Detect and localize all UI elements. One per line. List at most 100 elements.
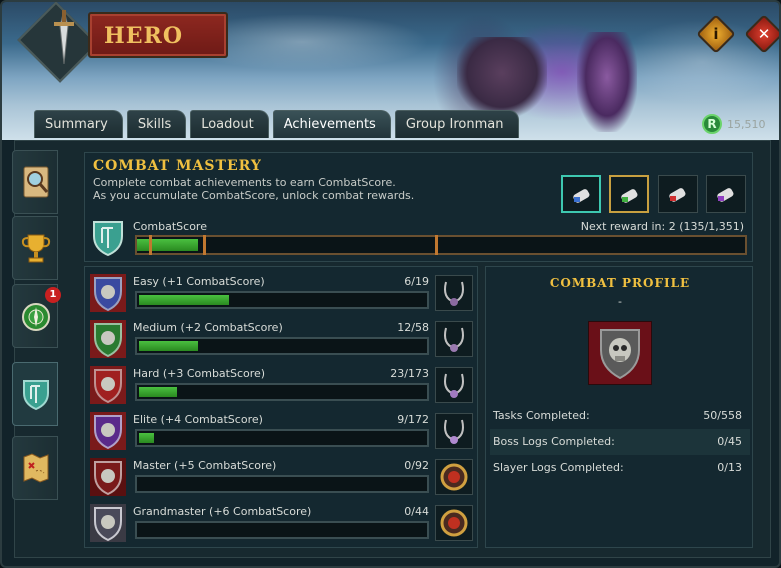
stat-value: 0/13 [717, 461, 742, 474]
scroll-green-icon [621, 189, 638, 203]
hero-window: HERO i ✕ Summary Skills Loadout Achievem… [0, 0, 781, 568]
easy-tier-shield-icon [90, 274, 126, 312]
trophy-icon [21, 234, 51, 263]
combat-score-label: CombatScore [133, 220, 207, 233]
tier-progress-fill [139, 341, 198, 351]
stat-label: Tasks Completed: [493, 409, 590, 422]
scroll-blue-icon [573, 189, 590, 203]
tier-count: 9/172 [397, 413, 429, 426]
ring-frame-icon [440, 463, 468, 491]
tier-label: Easy (+1 CombatScore) [133, 275, 265, 288]
tier-progress-fill [139, 433, 154, 443]
necklace-icon [444, 373, 464, 398]
next-reward-text: Next reward in: 2 (135/1,351) [580, 220, 744, 233]
reward-slot-2[interactable] [609, 175, 649, 213]
tier-count: 6/19 [404, 275, 429, 288]
reward-slot-1[interactable] [561, 175, 601, 213]
tier-count: 0/44 [404, 505, 429, 518]
tab-achievements[interactable]: Achievements [272, 110, 391, 138]
notification-badge: 1 [45, 287, 61, 303]
tier-progress-bar [135, 475, 429, 493]
tier-reward-hard[interactable] [435, 367, 473, 403]
necklace-icon [444, 327, 464, 352]
score-marker [435, 235, 438, 255]
mastery-desc-line2: As you accumulate CombatScore, unlock co… [93, 189, 415, 202]
tier-row-hard[interactable]: Hard (+3 CombatScore) 23/173 [85, 361, 479, 407]
stat-value: 50/558 [703, 409, 742, 422]
window-title-plate: HERO [88, 12, 228, 58]
tier-label: Medium (+2 CombatScore) [133, 321, 283, 334]
combat-profile-panel: COMBAT PROFILE - Tasks Completed: 50/558… [485, 266, 753, 548]
elite-tier-shield-icon [90, 412, 126, 450]
tier-row-elite[interactable]: Elite (+4 CombatScore) 9/172 [85, 407, 479, 453]
tab-skills[interactable]: Skills [126, 110, 187, 138]
tier-row-master[interactable]: Master (+5 CombatScore) 0/92 [85, 453, 479, 499]
stat-boss-logs: Boss Logs Completed: 0/45 [490, 429, 750, 455]
scroll-purple-icon [717, 188, 734, 202]
stat-slayer-logs: Slayer Logs Completed: 0/13 [490, 455, 750, 481]
score-marker [203, 235, 206, 255]
side-tab-trophies[interactable] [12, 216, 58, 280]
stat-label: Slayer Logs Completed: [493, 461, 624, 474]
combat-mastery-panel: COMBAT MASTERY Complete combat achieveme… [84, 152, 753, 262]
skull-shield-icon [588, 321, 652, 385]
tier-label: Elite (+4 CombatScore) [133, 413, 263, 426]
tier-row-grandmaster[interactable]: Grandmaster (+6 CombatScore) 0/44 [85, 499, 479, 545]
necklace-icon [444, 419, 464, 444]
tier-count: 0/92 [404, 459, 429, 472]
runecoins-display: R 15,510 [702, 114, 766, 134]
combat-score-fill [137, 239, 198, 251]
runecoin-icon: R [702, 114, 722, 134]
stat-value: 0/45 [717, 435, 742, 448]
tier-count: 23/173 [390, 367, 429, 380]
tier-reward-master[interactable] [435, 459, 473, 495]
tier-progress-bar [135, 383, 429, 401]
reward-slot-3[interactable] [658, 175, 698, 213]
tab-loadout[interactable]: Loadout [190, 110, 269, 138]
grandmaster-tier-shield-icon [90, 504, 126, 542]
runecoins-amount: 15,510 [727, 117, 766, 131]
combat-score-shield-icon [93, 221, 123, 257]
tier-progress-bar [135, 337, 429, 355]
mastery-description: Complete combat achievements to earn Com… [93, 176, 414, 202]
combat-shield-icon [23, 380, 49, 411]
mastery-desc-line1: Complete combat achievements to earn Com… [93, 176, 396, 189]
tier-list: Easy (+1 CombatScore) 6/19 Medium (+2 Co… [84, 266, 478, 548]
side-tab-clues[interactable] [12, 436, 58, 500]
profile-title: COMBAT PROFILE [549, 276, 691, 290]
tab-group-ironman[interactable]: Group Ironman [394, 110, 519, 138]
tier-reward-grandmaster[interactable] [435, 505, 473, 541]
ring-frame-icon [440, 509, 468, 537]
tier-progress-bar [135, 291, 429, 309]
tier-reward-medium[interactable] [435, 321, 473, 357]
tier-reward-easy[interactable] [435, 275, 473, 311]
score-marker [149, 235, 152, 255]
close-icon: ✕ [757, 25, 771, 43]
banner-figure-knight [457, 37, 547, 117]
tier-row-easy[interactable]: Easy (+1 CombatScore) 6/19 [85, 269, 479, 315]
tier-label: Master (+5 CombatScore) [133, 459, 277, 472]
window-title: HERO [104, 23, 184, 49]
tier-row-medium[interactable]: Medium (+2 CombatScore) 12/58 [85, 315, 479, 361]
treasure-map-icon [23, 453, 49, 483]
tab-summary[interactable]: Summary [34, 110, 123, 138]
hard-tier-shield-icon [90, 366, 126, 404]
stat-tasks-completed: Tasks Completed: 50/558 [490, 403, 750, 429]
side-tab-overview[interactable] [12, 150, 58, 214]
sword-icon [54, 9, 74, 65]
tier-progress-fill [139, 295, 229, 305]
side-tab-tasks[interactable]: 1 [12, 284, 61, 348]
magnifier-scroll-icon [23, 166, 49, 198]
tier-count: 12/58 [397, 321, 429, 334]
reward-slot-4[interactable] [706, 175, 746, 213]
tier-label: Hard (+3 CombatScore) [133, 367, 266, 380]
necklace-icon [444, 281, 464, 306]
mastery-title: COMBAT MASTERY [93, 158, 262, 174]
side-tab-combat[interactable] [12, 362, 58, 426]
tier-reward-elite[interactable] [435, 413, 473, 449]
stat-label: Boss Logs Completed: [493, 435, 615, 448]
tab-bar: Summary Skills Loadout Achievements Grou… [34, 110, 523, 138]
tier-progress-bar [135, 429, 429, 447]
combat-score-bar [135, 235, 747, 255]
master-tier-shield-icon [90, 458, 126, 496]
